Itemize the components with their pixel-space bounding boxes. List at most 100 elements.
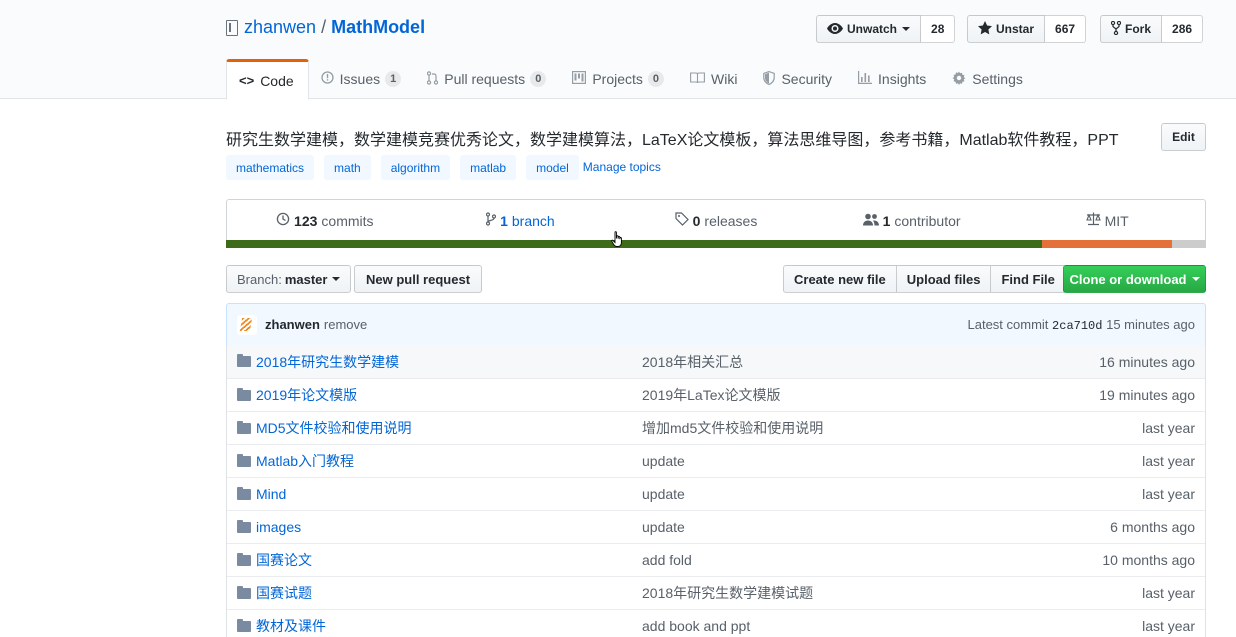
releases-link[interactable]: 0 releases bbox=[618, 200, 814, 241]
repo-name-link[interactable]: MathModel bbox=[331, 17, 425, 38]
commit-author-link[interactable]: zhanwen bbox=[265, 317, 320, 332]
file-name-link[interactable]: 国赛试题 bbox=[256, 583, 312, 603]
file-name-link[interactable]: MD5文件校验和使用说明 bbox=[256, 418, 412, 438]
latest-commit-bar: zhanwen remove Latest commit 2ca710d 15 … bbox=[226, 303, 1206, 346]
license-label: MIT bbox=[1104, 212, 1129, 229]
code-icon: <> bbox=[239, 73, 255, 88]
file-name-link[interactable]: 国赛论文 bbox=[256, 550, 312, 570]
unwatch-label: Unwatch bbox=[847, 22, 898, 36]
file-list: 2018年研究生数学建模 2018年相关汇总 16 minutes ago 20… bbox=[226, 345, 1206, 637]
clone-download-label: Clone or download bbox=[1069, 271, 1187, 287]
file-commit-message-link[interactable]: add fold bbox=[642, 552, 692, 568]
history-icon bbox=[276, 212, 290, 229]
star-icon bbox=[978, 20, 992, 38]
tab-wiki[interactable]: Wiki bbox=[678, 59, 751, 99]
forks-count[interactable]: 286 bbox=[1162, 15, 1204, 43]
unstar-button[interactable]: Unstar bbox=[967, 15, 1046, 43]
watchers-count[interactable]: 28 bbox=[921, 15, 956, 43]
language-segment bbox=[226, 240, 1043, 248]
file-commit-message-link[interactable]: 2018年研究生数学建模试题 bbox=[642, 583, 813, 603]
folder-icon bbox=[237, 586, 251, 599]
folder-icon bbox=[237, 388, 251, 401]
stargazers-count[interactable]: 667 bbox=[1045, 15, 1087, 43]
fork-button[interactable]: Fork bbox=[1100, 15, 1163, 43]
file-age: 16 minutes ago bbox=[1099, 353, 1195, 370]
branch-icon bbox=[485, 212, 497, 229]
language-bar[interactable] bbox=[226, 240, 1206, 248]
file-name-link[interactable]: Matlab入门教程 bbox=[256, 451, 354, 471]
tab-wiki-label: Wiki bbox=[711, 71, 738, 87]
find-file-button[interactable]: Find File bbox=[990, 265, 1066, 293]
file-name-link[interactable]: 2018年研究生数学建模 bbox=[256, 352, 399, 372]
latest-commit-label: Latest commit bbox=[967, 316, 1049, 332]
file-actions: Create new file Upload files Find File bbox=[783, 265, 1066, 293]
tab-projects[interactable]: Projects 0 bbox=[560, 59, 678, 99]
file-commit-message-link[interactable]: 2019年LaTex论文模版 bbox=[642, 385, 781, 405]
star-group: Unstar 667 bbox=[967, 15, 1087, 43]
tab-settings-label: Settings bbox=[972, 71, 1023, 87]
topic-tag[interactable]: model bbox=[526, 155, 579, 180]
file-name-link[interactable]: Mind bbox=[256, 486, 286, 502]
tab-security[interactable]: Security bbox=[751, 59, 846, 99]
commit-message-link[interactable]: remove bbox=[324, 317, 367, 332]
topic-tag[interactable]: mathematics bbox=[226, 155, 315, 180]
create-new-file-button[interactable]: Create new file bbox=[783, 265, 897, 293]
tab-settings[interactable]: Settings bbox=[940, 59, 1037, 99]
manage-topics-link[interactable]: Manage topics bbox=[583, 160, 661, 174]
file-name-link[interactable]: 2019年论文模版 bbox=[256, 385, 357, 405]
branches-link[interactable]: 1 branch bbox=[423, 200, 619, 241]
file-commit-message-link[interactable]: update bbox=[642, 453, 685, 469]
chevron-down-icon bbox=[332, 277, 341, 281]
file-name-link[interactable]: images bbox=[256, 519, 301, 535]
clone-download-button[interactable]: Clone or download bbox=[1063, 265, 1206, 293]
tab-code[interactable]: <> Code bbox=[226, 59, 309, 100]
tab-insights[interactable]: Insights bbox=[846, 59, 940, 99]
folder-icon bbox=[237, 553, 251, 566]
file-commit-message-link[interactable]: 增加md5文件校验和使用说明 bbox=[642, 418, 823, 438]
edit-description-button[interactable]: Edit bbox=[1161, 123, 1206, 151]
chevron-down-icon bbox=[902, 27, 911, 31]
topic-tag[interactable]: math bbox=[324, 155, 371, 180]
language-segment bbox=[1171, 240, 1206, 248]
tab-pull-requests[interactable]: Pull requests 0 bbox=[415, 59, 560, 99]
branch-select-button[interactable]: Branch: master bbox=[226, 265, 352, 293]
avatar[interactable] bbox=[237, 314, 257, 335]
file-commit-message-link[interactable]: update bbox=[642, 486, 685, 502]
commit-age: 15 minutes ago bbox=[1106, 316, 1195, 332]
contributors-link[interactable]: 1 contributor bbox=[814, 200, 1010, 241]
tab-issues[interactable]: Issues 1 bbox=[309, 59, 416, 99]
repo-separator: / bbox=[321, 17, 327, 37]
commits-link[interactable]: 123 commits bbox=[227, 200, 423, 241]
file-commit-message-link[interactable]: 2018年相关汇总 bbox=[642, 352, 743, 372]
fork-icon bbox=[1110, 20, 1122, 38]
book-icon bbox=[690, 71, 705, 87]
eye-icon bbox=[827, 22, 843, 37]
branches-label: branch bbox=[511, 212, 555, 229]
file-age: 10 months ago bbox=[1102, 552, 1195, 568]
file-row: 2019年论文模版 2019年LaTex论文模版 19 minutes ago bbox=[227, 378, 1205, 411]
tag-icon bbox=[675, 212, 689, 229]
file-row: 国赛试题 2018年研究生数学建模试题 last year bbox=[227, 576, 1205, 609]
topic-tag[interactable]: matlab bbox=[460, 155, 517, 180]
tab-insights-label: Insights bbox=[878, 71, 927, 87]
file-row: Matlab入门教程 update last year bbox=[227, 444, 1205, 477]
watch-group: Unwatch 28 bbox=[816, 15, 956, 43]
repo-owner-link[interactable]: zhanwen bbox=[244, 17, 316, 38]
releases-label: releases bbox=[704, 212, 758, 229]
pull-requests-counter: 0 bbox=[530, 71, 547, 87]
topic-tag[interactable]: algorithm bbox=[380, 155, 451, 180]
license-link[interactable]: MIT bbox=[1009, 200, 1205, 241]
upload-files-button[interactable]: Upload files bbox=[895, 265, 992, 293]
new-pull-request-button[interactable]: New pull request bbox=[354, 265, 483, 293]
file-name-link[interactable]: 教材及课件 bbox=[256, 616, 326, 636]
unwatch-button[interactable]: Unwatch bbox=[816, 15, 922, 43]
issues-counter: 1 bbox=[385, 71, 402, 87]
file-age: last year bbox=[1142, 453, 1195, 469]
topics-list: mathematics math algorithm matlab model … bbox=[226, 155, 661, 180]
commit-sha-link[interactable]: 2ca710d bbox=[1052, 319, 1102, 333]
commits-label: commits bbox=[321, 212, 374, 229]
file-commit-message-link[interactable]: add book and ppt bbox=[642, 618, 750, 634]
latest-commit-info: Latest commit 2ca710d 15 minutes ago bbox=[968, 317, 1196, 333]
file-commit-message-link[interactable]: update bbox=[642, 519, 685, 535]
shield-icon bbox=[763, 70, 776, 88]
